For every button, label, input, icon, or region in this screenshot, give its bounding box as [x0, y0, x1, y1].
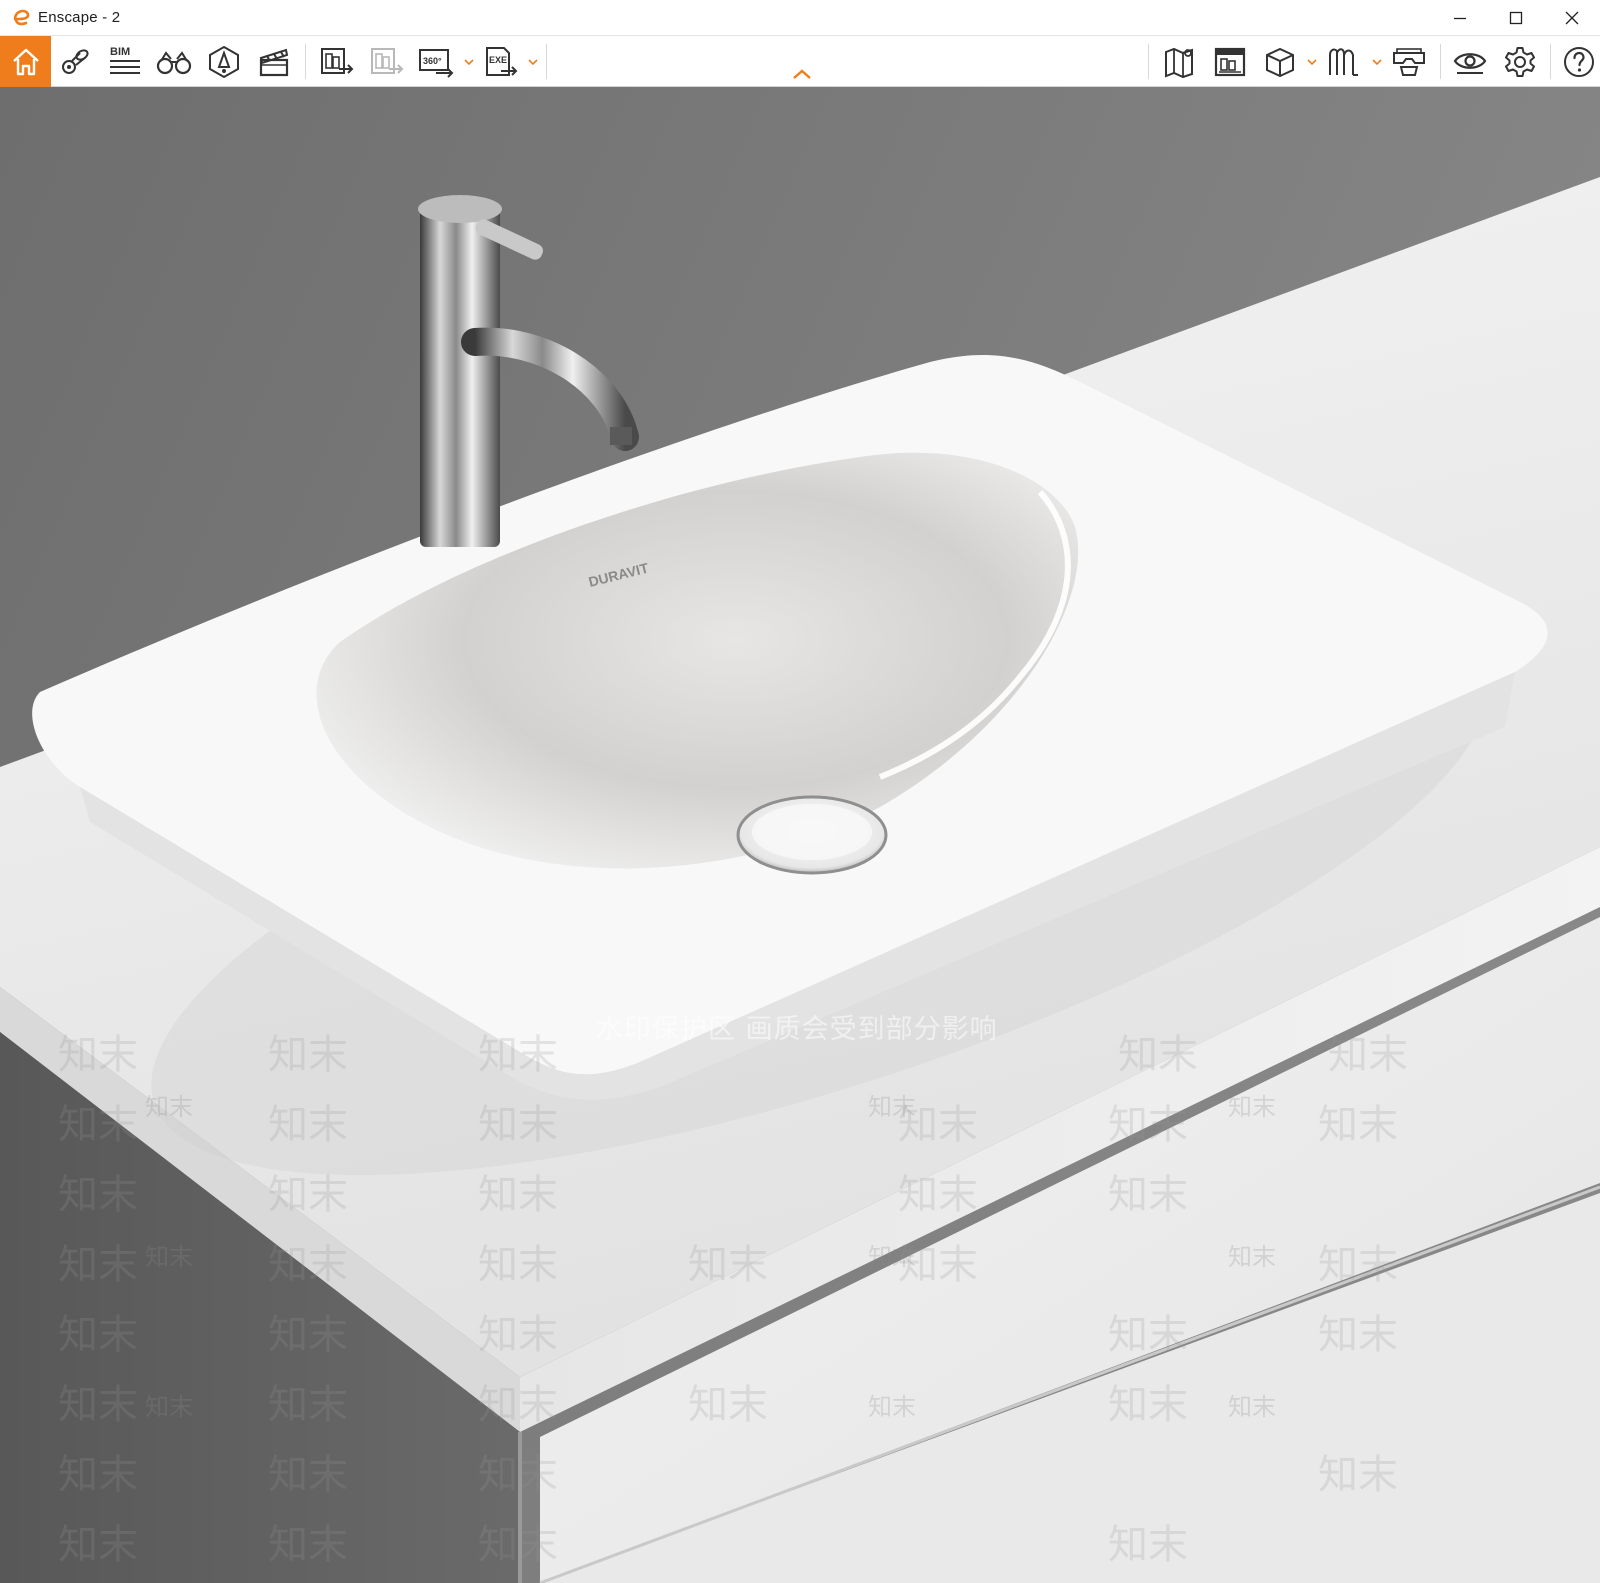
view-cube-dropdown[interactable]: [1305, 52, 1319, 72]
vr-mode-dropdown[interactable]: [1370, 52, 1384, 72]
gear-icon: [1505, 46, 1535, 77]
video-editor-button[interactable]: [251, 36, 297, 87]
settings-button[interactable]: [1497, 36, 1543, 87]
minimize-button[interactable]: [1432, 0, 1488, 36]
collapse-toolbar-button[interactable]: [790, 66, 814, 82]
eye-icon: [1453, 52, 1487, 74]
panorama-dropdown[interactable]: [462, 52, 476, 72]
exe-label: EXE: [489, 55, 507, 65]
export-exe-button[interactable]: EXE: [478, 36, 524, 87]
visibility-button[interactable]: [1447, 36, 1493, 87]
panorama-button[interactable]: 360°: [414, 36, 460, 87]
binoculars-button[interactable]: [151, 36, 197, 87]
toolbar-separator: [1550, 44, 1551, 79]
material-editor-button[interactable]: [1207, 36, 1253, 87]
toolbar-separator: [546, 44, 547, 79]
chevron-down-icon: [464, 59, 474, 65]
map-icon: [1165, 47, 1193, 78]
panorama-360-icon: 360°: [419, 48, 454, 78]
vr-link-button[interactable]: [1386, 36, 1432, 87]
asset-library-icon: [209, 45, 239, 78]
close-icon: [1565, 11, 1579, 25]
view-cube-button[interactable]: [1257, 36, 1303, 87]
enscape-logo-icon: [10, 7, 32, 29]
enscape-toolbar: BIM 360° EXE: [0, 36, 1600, 87]
window-title: Enscape - 2: [38, 9, 121, 26]
bim-info-icon: BIM: [110, 46, 140, 74]
home-icon: [12, 48, 39, 75]
chevron-up-icon: [793, 69, 811, 79]
vr-controller-icon: [1393, 47, 1425, 76]
export-exe-dropdown[interactable]: [526, 52, 540, 72]
asset-library-button[interactable]: [201, 36, 247, 87]
batch-render-icon: [371, 47, 404, 74]
binoculars-icon: [156, 50, 192, 74]
minimize-icon: [1454, 17, 1466, 20]
vr-mode-button[interactable]: [1321, 36, 1367, 87]
chevron-down-icon: [1372, 59, 1382, 65]
vr-headset-icon: [1329, 47, 1358, 76]
video-editor-icon: [259, 48, 289, 76]
panorama-label: 360°: [423, 56, 442, 66]
export-exe-icon: EXE: [486, 46, 518, 76]
map-button[interactable]: [1157, 36, 1203, 87]
toolbar-separator: [1440, 44, 1441, 79]
home-button[interactable]: [0, 36, 51, 87]
screenshot-export-button[interactable]: [314, 36, 360, 87]
close-button[interactable]: [1544, 0, 1600, 36]
help-button[interactable]: [1556, 36, 1600, 87]
help-icon: [1564, 46, 1594, 77]
views-button[interactable]: [52, 36, 98, 87]
maximize-button[interactable]: [1488, 0, 1544, 36]
chevron-down-icon: [1307, 59, 1317, 65]
title-bar: Enscape - 2: [0, 0, 1600, 36]
material-editor-icon: [1214, 47, 1246, 76]
view-cube-icon: [1266, 47, 1294, 77]
chevron-down-icon: [528, 59, 538, 65]
maximize-icon: [1509, 11, 1523, 25]
render-scene: DURAVIT: [0, 87, 1600, 1583]
bim-label: BIM: [110, 46, 130, 58]
location-views-icon: [62, 48, 89, 74]
render-viewport[interactable]: DURAVIT 水印保护区 画质会受到部分影响 知末 知末 知末 知末 知末 知…: [0, 87, 1600, 1583]
bim-button[interactable]: BIM: [102, 36, 148, 87]
batch-render-button[interactable]: [364, 36, 410, 87]
window-controls: [1432, 0, 1600, 36]
toolbar-separator: [1148, 44, 1149, 79]
screenshot-export-icon: [321, 47, 354, 74]
toolbar-separator: [305, 44, 306, 79]
